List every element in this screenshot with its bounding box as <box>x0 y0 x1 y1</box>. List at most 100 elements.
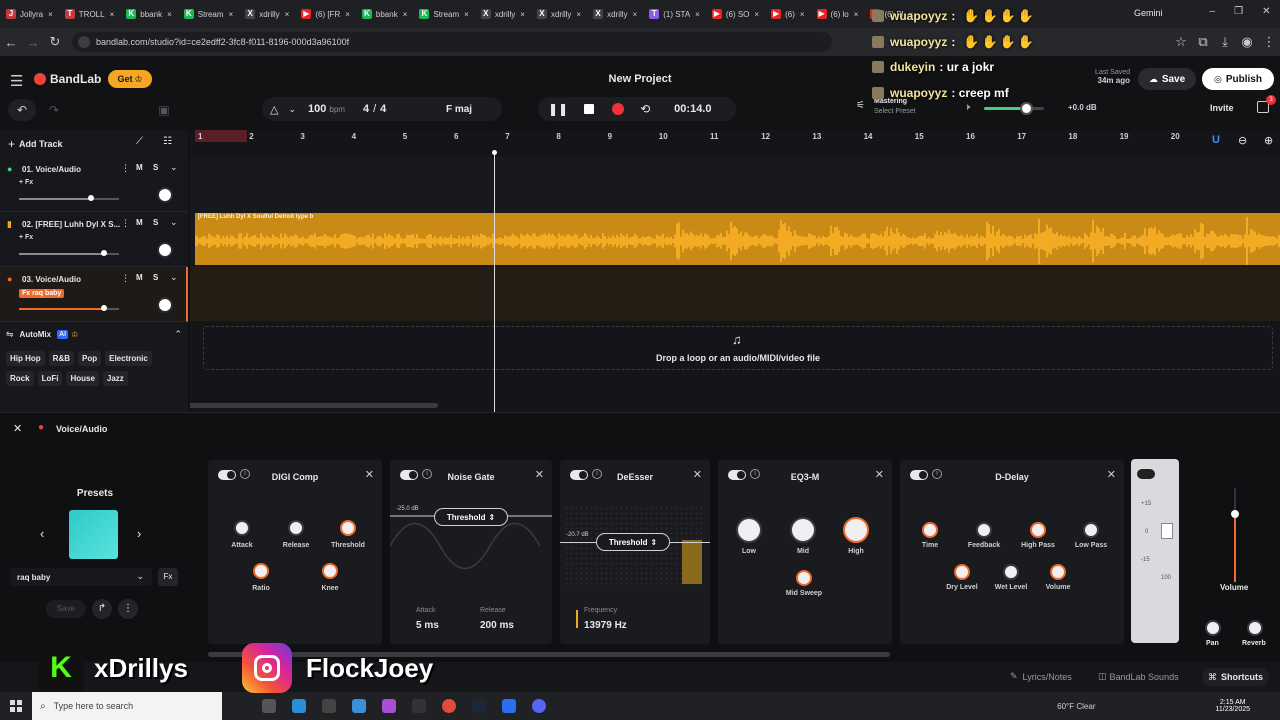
deesser-threshold-handle[interactable]: Threshold ⇕ <box>596 533 670 551</box>
close-plugin-icon[interactable]: ✕ <box>875 468 884 481</box>
tab-close-icon[interactable]: × <box>285 10 290 19</box>
bpm-value[interactable]: 100 <box>308 103 326 115</box>
browser-tab[interactable]: J Jollyra × <box>0 0 59 28</box>
app-icon[interactable] <box>502 699 516 713</box>
automix-header[interactable]: ⇋ AutoMix AI ♔ ⌃ <box>6 329 182 340</box>
browser-tab[interactable]: ▶ (6) × <box>765 0 810 28</box>
deesser-band[interactable] <box>682 540 702 584</box>
audio-clip[interactable]: [FREE] Luhh Dyl X Soulful Detroit type b <box>195 213 1280 265</box>
track-fx-button[interactable]: Fx raq baby <box>19 289 65 298</box>
bandlab-sounds-button[interactable]: ◫ BandLab Sounds <box>1098 671 1179 682</box>
frequency-value[interactable]: 13979 Hz <box>584 620 627 631</box>
plugin-fader[interactable] <box>1161 523 1173 539</box>
bandlab-logo[interactable]: BandLab <box>34 72 101 86</box>
knob-mid-sweep[interactable] <box>796 570 812 586</box>
playhead-head[interactable] <box>492 150 497 155</box>
weather-text[interactable]: 60°F Clear <box>1057 702 1095 711</box>
track-volume-thumb[interactable] <box>101 250 107 256</box>
store-icon[interactable] <box>352 699 366 713</box>
tab-close-icon[interactable]: × <box>167 10 172 19</box>
browser-tab[interactable]: T TROLL × <box>59 0 120 28</box>
drop-zone[interactable]: ♫ Drop a loop or an audio/MIDI/video fil… <box>203 326 1273 370</box>
preset-artwork[interactable] <box>69 510 118 559</box>
steam-icon[interactable] <box>472 699 486 713</box>
track-more-icon[interactable]: ⋮ <box>121 163 130 174</box>
time-signature-den[interactable]: 4 <box>380 103 386 115</box>
extensions-icon[interactable]: ⧉ <box>1192 34 1214 50</box>
close-plugin-icon[interactable]: ✕ <box>1107 468 1116 481</box>
tab-close-icon[interactable]: × <box>48 10 53 19</box>
browser-tab[interactable]: Xxdrilly × <box>587 0 643 28</box>
preset-options-icon[interactable]: Fx <box>158 568 178 586</box>
project-title[interactable]: New Project <box>590 73 690 85</box>
lyrics-notes-button[interactable]: ✎ Lyrics/Notes <box>1010 671 1072 682</box>
knob-mid[interactable] <box>790 517 816 543</box>
knob-volume[interactable] <box>1050 564 1066 580</box>
browser-tab[interactable]: K Stream × <box>413 0 474 28</box>
lane-track-1[interactable] <box>190 157 1280 212</box>
mixer-toggle-icon[interactable]: ☷ <box>163 136 172 147</box>
knob-attack[interactable] <box>234 520 250 536</box>
game-icon[interactable] <box>412 699 426 713</box>
track-header[interactable]: ▮ 02. [FREE] Luhh Dyl X S... + Fx ⋮ M S ⌄ <box>0 212 188 267</box>
speaker-mute-icon[interactable]: 🕨 <box>964 102 970 113</box>
pause-icon[interactable]: ❚❚ <box>548 102 568 116</box>
save-preset-button[interactable]: Save <box>46 600 86 618</box>
tab-close-icon[interactable]: × <box>464 10 469 19</box>
track-header[interactable]: ● 01. Voice/Audio + Fx ⋮ M S ⌄ <box>0 157 188 212</box>
tab-close-icon[interactable]: × <box>229 10 234 19</box>
tab-close-icon[interactable]: × <box>520 10 525 19</box>
horizontal-scrollbar[interactable] <box>190 403 438 408</box>
knob-wet-level[interactable] <box>1003 564 1019 580</box>
knob-high-pass[interactable] <box>1030 522 1046 538</box>
invite-button[interactable]: Invite <box>1210 103 1234 113</box>
tab-close-icon[interactable]: × <box>754 10 759 19</box>
close-plugin-icon[interactable]: ✕ <box>693 468 702 481</box>
close-plugin-icon[interactable]: ✕ <box>365 468 374 481</box>
stop-icon[interactable] <box>584 104 595 114</box>
chevron-right-icon[interactable]: › <box>137 526 141 541</box>
chevron-down-icon[interactable]: ⌄ <box>288 104 296 115</box>
browser-tab[interactable]: Xxdrilly × <box>531 0 587 28</box>
knob-knee[interactable] <box>322 563 338 579</box>
download-icon[interactable]: ⤓ <box>1214 34 1236 50</box>
pan-knob[interactable] <box>1205 620 1221 636</box>
url-field[interactable]: bandlab.com/studio?id=ce2edff2-3fc8-f011… <box>72 32 832 52</box>
mute-button[interactable]: M <box>136 163 143 172</box>
browser-tab[interactable]: ▶ (6) SO × <box>706 0 765 28</box>
loop-icon[interactable]: ⟲ <box>640 102 650 116</box>
track-volume-slider[interactable] <box>19 195 119 201</box>
track-pan-knob[interactable] <box>157 242 173 258</box>
chevron-up-icon[interactable]: ⌃ <box>174 329 182 340</box>
tab-close-icon[interactable]: × <box>345 10 350 19</box>
record-view-icon[interactable]: ▣ <box>152 99 176 121</box>
taskbar-clock[interactable]: 2:15 AM 11/23/2025 <box>1215 699 1250 713</box>
browser-tab[interactable]: Kbbank × <box>120 0 177 28</box>
redo-icon[interactable]: ↷ <box>40 99 68 121</box>
genre-chip[interactable]: LoFi <box>37 371 63 386</box>
key-selector[interactable]: F maj <box>428 97 490 121</box>
close-plugin-icon[interactable]: ✕ <box>535 468 544 481</box>
share-preset-icon[interactable]: ↱ <box>92 599 112 619</box>
time-signature-num[interactable]: 4 <box>363 103 369 115</box>
track-volume-slider[interactable] <box>19 250 119 256</box>
track-name[interactable]: 03. Voice/Audio <box>22 275 81 284</box>
metronome-icon[interactable]: △ <box>270 103 278 116</box>
track-more-icon[interactable]: ⋮ <box>121 218 130 229</box>
track-fx-button[interactable]: + Fx <box>19 179 33 186</box>
tab-close-icon[interactable]: × <box>854 10 859 19</box>
browser-tab[interactable]: Xxdrilly × <box>239 0 295 28</box>
task-view-icon[interactable] <box>262 699 276 713</box>
genre-chip[interactable]: Pop <box>78 351 102 366</box>
browser-tab[interactable]: ▶ (6) lo × <box>811 0 865 28</box>
chevron-down-icon[interactable]: ⌄ <box>170 272 178 283</box>
minimize-icon[interactable]: – <box>1210 6 1216 17</box>
preset-more-icon[interactable]: ⋮ <box>118 599 138 619</box>
calculator-icon[interactable] <box>322 699 336 713</box>
tab-close-icon[interactable]: × <box>800 10 805 19</box>
magnet-snap-icon[interactable]: U <box>1212 134 1220 146</box>
reverb-knob[interactable] <box>1247 620 1263 636</box>
track-header[interactable]: ● 03. Voice/Audio Fx raq baby ⋮ M S ⌄ <box>0 267 188 322</box>
taskbar-search[interactable]: ⌕ Type here to search <box>32 692 222 720</box>
browser-menu-icon[interactable]: ⋮ <box>1258 34 1280 50</box>
